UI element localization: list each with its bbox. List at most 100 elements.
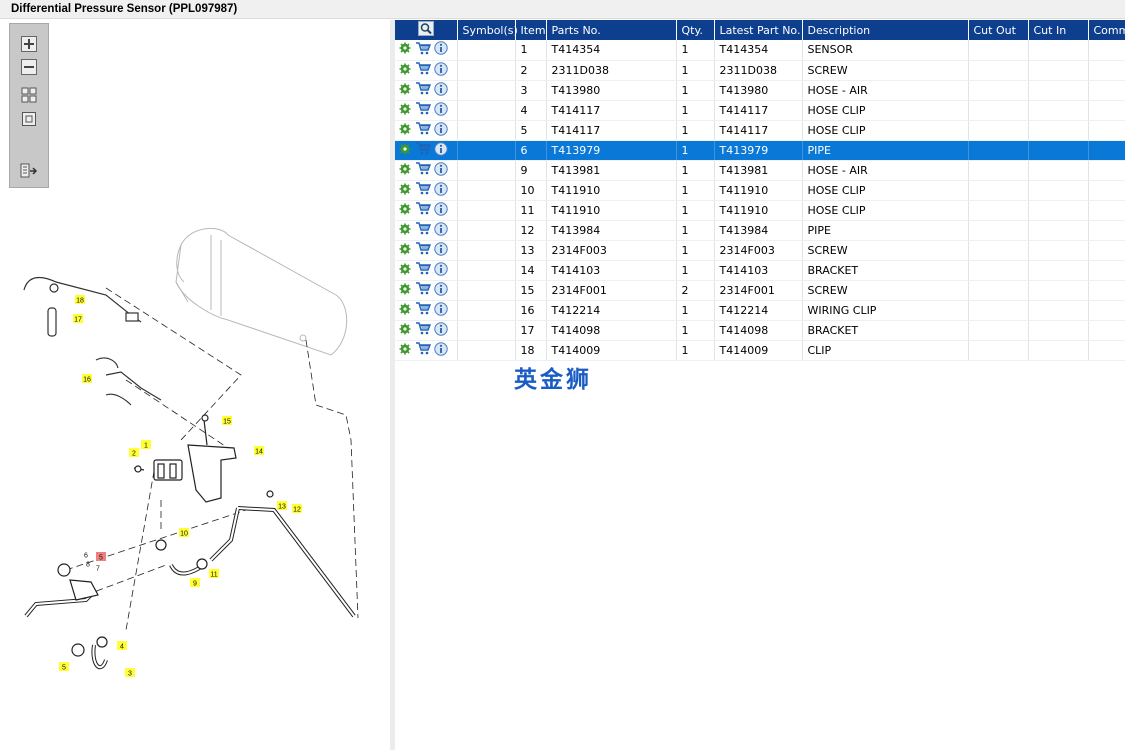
add-to-cart-icon[interactable]: [415, 342, 431, 358]
callout-9[interactable]: 9: [190, 578, 200, 588]
info-icon[interactable]: [434, 161, 448, 179]
info-icon[interactable]: [434, 201, 448, 219]
info-icon[interactable]: [434, 141, 448, 159]
info-icon[interactable]: [434, 61, 448, 79]
settings-gear-icon[interactable]: [399, 103, 411, 118]
add-to-cart-icon[interactable]: [415, 262, 431, 278]
table-row[interactable]: 2 2311D038 1 2311D038 SCREW: [395, 60, 1125, 81]
table-row[interactable]: 3 T413980 1 T413980 HOSE - AIR: [395, 80, 1125, 101]
column-header-qty[interactable]: Qty.: [676, 20, 715, 40]
settings-gear-icon[interactable]: [399, 323, 411, 338]
column-header-item[interactable]: Item: [515, 20, 547, 40]
table-row[interactable]: 5 T414117 1 T414117 HOSE CLIP: [395, 120, 1125, 141]
column-header-comment[interactable]: Comment: [1088, 20, 1125, 40]
zoom-out-button[interactable]: [19, 58, 39, 76]
settings-gear-icon[interactable]: [399, 343, 411, 358]
add-to-cart-icon[interactable]: [415, 322, 431, 338]
info-icon[interactable]: [434, 321, 448, 339]
table-row[interactable]: 12 T413984 1 T413984 PIPE: [395, 220, 1125, 241]
table-row[interactable]: 9 T413981 1 T413981 HOSE - AIR: [395, 160, 1125, 181]
settings-gear-icon[interactable]: [399, 263, 411, 278]
callout-17[interactable]: 17: [73, 314, 83, 324]
column-header-actions[interactable]: [395, 20, 458, 40]
add-to-cart-icon[interactable]: [415, 302, 431, 318]
fit-all-button[interactable]: [19, 86, 39, 104]
add-to-cart-icon[interactable]: [415, 82, 431, 98]
column-header-symbols[interactable]: Symbol(s): [457, 20, 518, 40]
table-row[interactable]: 15 2314F001 2 2314F001 SCREW: [395, 280, 1125, 301]
table-row[interactable]: 13 2314F003 1 2314F003 SCREW: [395, 240, 1125, 261]
exploded-parts-diagram[interactable]: 18 17 16 15 14 2 1 13 12 10 11 9 87 6 5 4 3 5: [6, 200, 390, 680]
settings-gear-icon[interactable]: [399, 42, 411, 57]
callout-15[interactable]: 15: [222, 416, 232, 426]
info-icon[interactable]: [434, 301, 448, 319]
diagram-pane[interactable]: 18 17 16 15 14 2 1 13 12 10 11 9 8 7 6 5 4 3 5: [6, 20, 390, 750]
callout-7[interactable]: 7: [96, 566, 100, 573]
settings-gear-icon[interactable]: [399, 203, 411, 218]
add-to-cart-icon[interactable]: [415, 242, 431, 258]
table-row[interactable]: 16 T412214 1 T412214 WIRING CLIP: [395, 300, 1125, 321]
table-row[interactable]: 4 T414117 1 T414117 HOSE CLIP: [395, 100, 1125, 121]
info-icon[interactable]: [434, 81, 448, 99]
info-icon[interactable]: [434, 281, 448, 299]
callout-14[interactable]: 14: [254, 446, 264, 456]
add-to-cart-icon[interactable]: [415, 142, 431, 158]
column-header-part-no[interactable]: Parts No.: [546, 20, 677, 40]
settings-gear-icon[interactable]: [399, 243, 411, 258]
settings-gear-icon[interactable]: [399, 123, 411, 138]
settings-gear-icon[interactable]: [399, 223, 411, 238]
info-icon[interactable]: [434, 101, 448, 119]
settings-gear-icon[interactable]: [399, 183, 411, 198]
column-header-description[interactable]: Description: [802, 20, 969, 40]
settings-gear-icon[interactable]: [399, 143, 411, 158]
settings-gear-icon[interactable]: [399, 303, 411, 318]
column-header-cut-in[interactable]: Cut In: [1028, 20, 1089, 40]
add-to-cart-icon[interactable]: [415, 102, 431, 118]
add-to-cart-icon[interactable]: [415, 282, 431, 298]
info-icon[interactable]: [434, 121, 448, 139]
search-parts-icon[interactable]: [417, 21, 434, 36]
callout-18[interactable]: 18: [75, 295, 85, 305]
callout-1[interactable]: 1: [141, 440, 151, 450]
info-icon[interactable]: [434, 261, 448, 279]
callout-6[interactable]: 6: [84, 553, 88, 560]
info-icon[interactable]: [434, 241, 448, 259]
settings-gear-icon[interactable]: [399, 83, 411, 98]
callout-8[interactable]: 8: [86, 562, 90, 569]
info-icon[interactable]: [434, 181, 448, 199]
callout-3[interactable]: 3: [125, 668, 135, 678]
add-to-cart-icon[interactable]: [415, 222, 431, 238]
column-header-latest-part-no[interactable]: Latest Part No.: [714, 20, 803, 40]
add-to-cart-icon[interactable]: [415, 182, 431, 198]
callout-13[interactable]: 13: [277, 501, 287, 511]
table-row[interactable]: 10 T411910 1 T411910 HOSE CLIP: [395, 180, 1125, 201]
callout-16[interactable]: 16: [82, 374, 92, 384]
callout-11[interactable]: 11: [209, 569, 219, 579]
callout-5[interactable]: 5: [96, 552, 106, 562]
zoom-in-button[interactable]: [19, 35, 39, 53]
add-to-cart-icon[interactable]: [415, 122, 431, 138]
add-to-cart-icon[interactable]: [415, 62, 431, 78]
table-row[interactable]: 17 T414098 1 T414098 BRACKET: [395, 320, 1125, 341]
column-header-cut-out[interactable]: Cut Out: [968, 20, 1029, 40]
actual-size-button[interactable]: [19, 110, 39, 128]
table-row[interactable]: 11 T411910 1 T411910 HOSE CLIP: [395, 200, 1125, 221]
settings-gear-icon[interactable]: [399, 283, 411, 298]
callout-10[interactable]: 10: [179, 528, 189, 538]
export-button[interactable]: [19, 162, 39, 180]
add-to-cart-icon[interactable]: [415, 162, 431, 178]
table-row[interactable]: 1 T414354 1 T414354 SENSOR: [395, 40, 1125, 61]
table-row[interactable]: 14 T414103 1 T414103 BRACKET: [395, 260, 1125, 281]
callout-2[interactable]: 2: [129, 448, 139, 458]
settings-gear-icon[interactable]: [399, 63, 411, 78]
add-to-cart-icon[interactable]: [415, 202, 431, 218]
callout-5[interactable]: 5: [59, 662, 69, 672]
table-row[interactable]: 6 T413979 1 T413979 PIPE: [395, 140, 1125, 161]
info-icon[interactable]: [434, 41, 448, 58]
callout-12[interactable]: 12: [292, 504, 302, 514]
add-to-cart-icon[interactable]: [415, 42, 431, 58]
callout-4[interactable]: 4: [117, 641, 127, 651]
settings-gear-icon[interactable]: [399, 163, 411, 178]
info-icon[interactable]: [434, 221, 448, 239]
table-row[interactable]: 18 T414009 1 T414009 CLIP: [395, 340, 1125, 361]
